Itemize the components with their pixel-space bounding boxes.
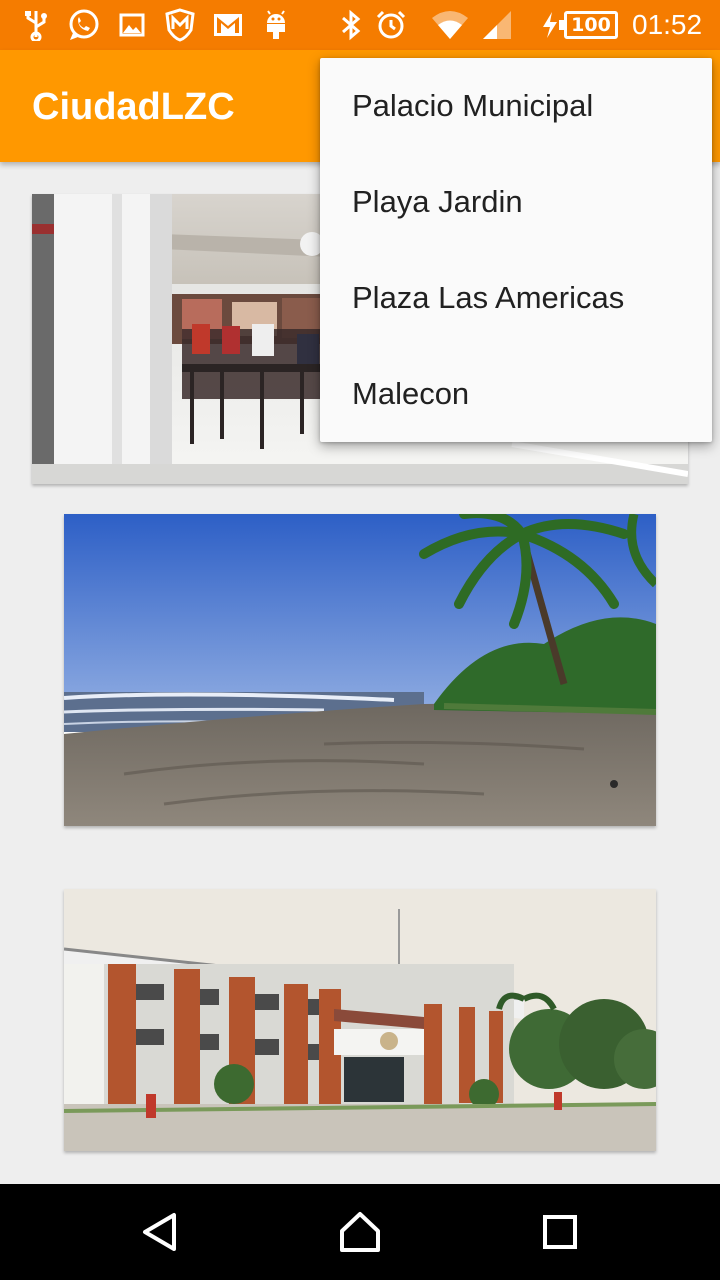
menu-item-malecon[interactable]: Malecon xyxy=(320,346,712,442)
palacio-photo xyxy=(64,889,656,1151)
wifi-icon xyxy=(430,8,470,42)
whatsapp-icon xyxy=(66,8,102,42)
beach-photo-card[interactable] xyxy=(64,514,656,826)
battery-indicator: 100 xyxy=(559,11,618,39)
beach-photo xyxy=(64,514,656,826)
app-title: CiudadLZC xyxy=(32,86,235,128)
menu-item-palacio-municipal[interactable]: Palacio Municipal xyxy=(320,58,712,154)
home-icon xyxy=(340,1212,380,1252)
menu-item-plaza-las-americas[interactable]: Plaza Las Americas xyxy=(320,250,712,346)
image-icon xyxy=(118,8,146,42)
charging-icon xyxy=(540,8,560,42)
navigation-bar xyxy=(0,1184,720,1280)
bluetooth-icon xyxy=(338,8,364,42)
overflow-menu: Palacio Municipal Playa Jardin Plaza Las… xyxy=(320,58,712,442)
home-button[interactable] xyxy=(330,1204,390,1260)
gmail-icon xyxy=(212,8,244,42)
alarm-icon xyxy=(374,8,408,42)
recents-icon xyxy=(543,1215,577,1249)
menu-item-playa-jardin[interactable]: Playa Jardin xyxy=(320,154,712,250)
back-icon xyxy=(143,1213,176,1251)
status-clock: 01:52 xyxy=(632,9,703,40)
recents-button[interactable] xyxy=(530,1204,590,1260)
usb-icon xyxy=(22,8,50,42)
signal-icon xyxy=(480,8,514,42)
android-icon xyxy=(262,8,290,42)
back-button[interactable] xyxy=(130,1204,190,1260)
status-bar: 100 01:52 xyxy=(0,0,720,50)
palacio-photo-card[interactable] xyxy=(64,889,656,1151)
shield-m-icon xyxy=(162,8,198,42)
